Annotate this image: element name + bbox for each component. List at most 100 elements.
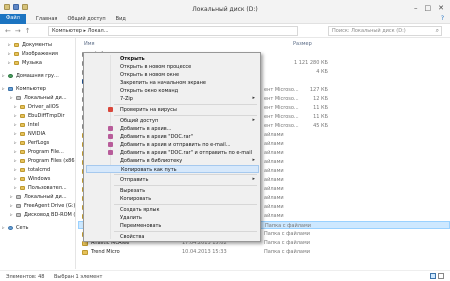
nav-item[interactable]: ▹ Driver_allOS [0,103,75,111]
file-type: Папка с файлами [264,240,310,246]
nav-item[interactable]: ▹ Локальный ди... [0,193,75,201]
menu-item[interactable]: 7-Zip ▸ [86,95,259,103]
nav-item-label: Program File... [28,149,64,155]
drive-icon [16,195,21,199]
file-type: айлами [264,213,284,219]
nav-item[interactable]: ▹ Локальный ди... [0,94,75,102]
menu-item-label: Общий доступ [120,118,159,124]
menu-item-label: Открыть окно команд [120,88,179,94]
menu-item-label: Добавить в архив "DOC.rar" [120,134,193,140]
menu-item[interactable]: Закрепить на начальном экране [86,79,259,87]
address-bar-row: ← → ↑ Компьютер ▸ Локал... Поиск: Локаль… [0,24,450,38]
menu-item[interactable]: Открыть в новом процессе [86,63,259,71]
menu-item[interactable]: Открыть в новом окне [86,71,259,79]
menu-item[interactable]: Копировать как путь [86,165,259,173]
nav-item[interactable]: ▹ FreeAgent Drive (G:) [0,202,75,210]
menu-item-label: Вырезать [120,188,146,194]
file-type: ент Microso... [264,96,299,102]
nav-item[interactable]: ▹ Дисковод BD-ROM (F:) [0,211,76,219]
nav-item[interactable]: ▹ Program File... [0,148,75,156]
menu-item[interactable]: Общий доступ ▸ [86,117,259,125]
nav-item-label: Дисковод BD-ROM (F:) [24,212,76,218]
nav-item[interactable]: ▹ Изображения [0,50,75,58]
menu-item[interactable]: Добавить в архив и отправить по e-mail..… [86,141,259,149]
nav-item[interactable]: ▹ Intel [0,121,75,129]
file-name-cell: Trend Micro [82,249,120,255]
menu-item-label: Добавить в архив "DOC.rar" и отправить п… [120,150,252,156]
file-size: 12 КБ [313,96,328,102]
menu-item[interactable]: Добавить в архив "DOC.rar" и отправить п… [86,149,259,157]
nav-item[interactable]: ▹ Компьютер [0,85,75,93]
menu-item[interactable]: Проверить на вирусы [86,106,259,114]
menu-item-label: Свойства [120,234,145,240]
submenu-arrow-icon: ▸ [252,176,255,182]
nav-item[interactable]: ▹ NVIDIA [0,130,75,138]
details-view-icon[interactable] [430,273,436,279]
menu-item-label: Переименовать [120,223,162,229]
file-row[interactable]: Trend Micro 10.04.2013 15:33 Папка с файла… [78,248,450,256]
help-button[interactable]: ? [441,15,444,22]
menu-item[interactable]: Удалить [86,214,259,222]
nav-item[interactable]: ▹ Документы [0,41,75,49]
tab-view[interactable]: Вид [116,14,126,24]
column-header-name[interactable]: Имя [84,41,95,47]
nav-item[interactable]: ▹ Program Files (x86) [0,157,75,165]
forward-arrow-icon[interactable]: → [15,27,21,35]
maximize-button[interactable]: □ [425,4,432,12]
close-button[interactable]: ✕ [438,4,444,12]
menu-separator [114,104,257,105]
menu-item[interactable]: Переименовать [86,222,259,230]
nav-item-label: Пользовател... [28,185,67,191]
folder-icon [82,249,88,255]
back-arrow-icon[interactable]: ← [5,27,11,35]
tab-share[interactable]: Общий доступ [67,14,105,24]
nav-item[interactable]: ▹ Музыка [0,59,75,67]
file-size: 127 КБ [309,87,328,93]
nav-item-label: Изображения [22,51,58,57]
menu-item[interactable]: Добавить в библиотеку ▸ [86,157,259,165]
menu-item[interactable]: Создать ярлык [86,206,259,214]
address-input[interactable]: Компьютер ▸ Локал... [48,26,298,36]
menu-item-label: Закрепить на начальном экране [120,80,206,86]
column-header-size[interactable]: Размер [293,41,312,47]
search-input[interactable]: Поиск: Локальный диск (D:) ⌕ [328,26,442,36]
search-icon[interactable]: ⌕ [436,27,439,35]
menu-item-label: Копировать [120,196,152,202]
menu-item-label: Отправить [120,177,149,183]
nav-item[interactable]: ▹ Windows [0,175,75,183]
computer-icon [8,87,13,91]
folder-icon [20,168,25,172]
file-type: айлами [264,150,284,156]
file-list-header: Имя Размер [78,40,450,49]
menu-separator [114,115,257,116]
folder-icon [20,177,25,181]
nav-item[interactable]: ▹ EbuDiffTmpDir [0,112,75,120]
up-arrow-icon[interactable]: ↑ [25,27,31,35]
nav-item[interactable]: ▹ totalcmd [0,166,75,174]
file-type: айлами [264,159,284,165]
minimize-button[interactable]: – [414,4,418,12]
menu-item[interactable]: Вырезать [86,187,259,195]
menu-item[interactable]: Свойства [86,233,259,241]
nav-item[interactable]: ▹ Сеть [0,224,75,232]
file-type: айлами [264,204,284,210]
menu-item[interactable]: Добавить в архив... [86,125,259,133]
menu-item-label: Открыть [120,56,145,62]
file-size: 11 КБ [313,105,328,111]
nav-item[interactable]: ▹ Пользовател... [0,184,75,192]
nav-item[interactable]: ▹ PerfLogs [0,139,75,147]
file-type: айлами [264,132,284,138]
large-icons-view-icon[interactable] [438,273,444,279]
menu-item-icon [108,134,113,139]
menu-item[interactable]: Отправить ▸ [86,176,259,184]
menu-item-label: Добавить в архив... [120,126,172,132]
menu-item[interactable]: Копировать [86,195,259,203]
menu-item-icon [108,126,113,131]
file-type: айлами [264,186,284,192]
menu-item[interactable]: Добавить в архив "DOC.rar" [86,133,259,141]
menu-item[interactable]: Открыть [86,55,259,63]
tab-file[interactable]: Файл [0,14,26,24]
tab-home[interactable]: Главная [36,14,58,24]
nav-item[interactable]: ▹ Домашняя гру... [0,72,75,80]
menu-item[interactable]: Открыть окно команд [86,87,259,95]
